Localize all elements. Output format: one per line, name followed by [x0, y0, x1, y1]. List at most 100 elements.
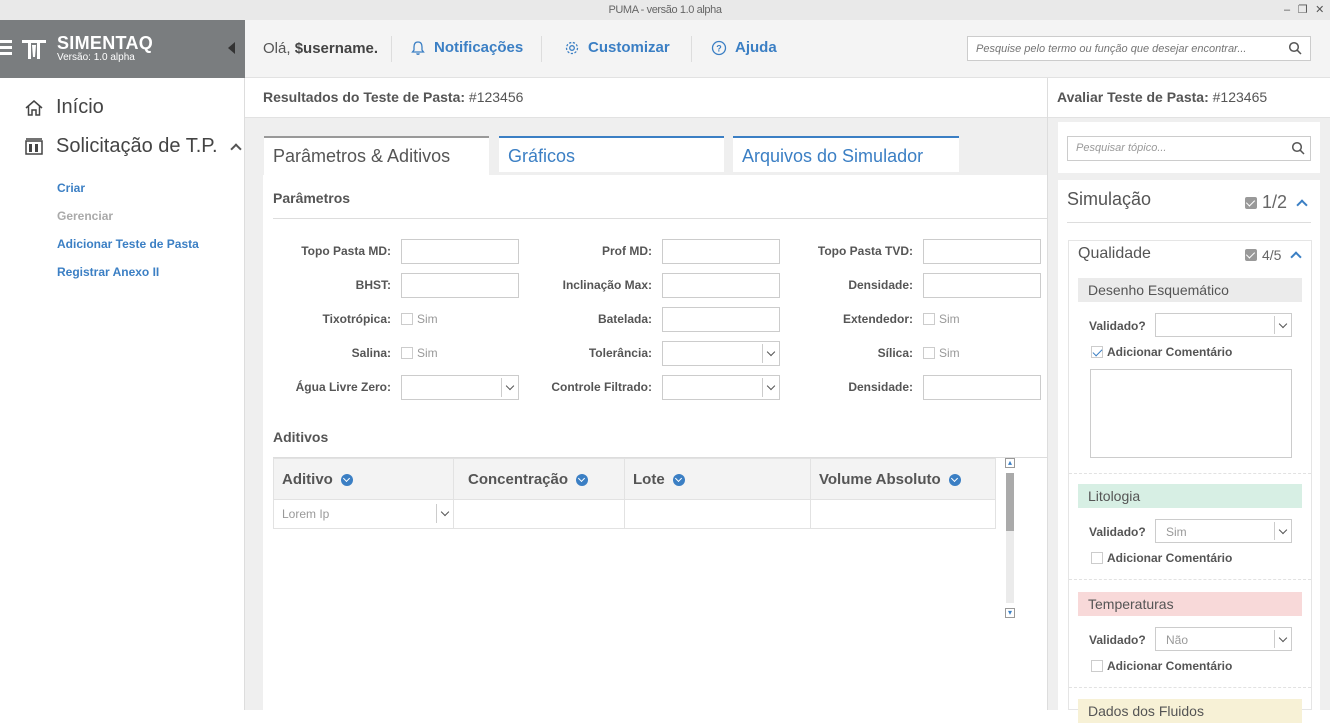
request-icon: [25, 137, 43, 155]
restore-icon[interactable]: ❐: [1298, 4, 1308, 16]
table-cell-lot[interactable]: [625, 500, 811, 528]
checkbox-label: Sim: [939, 346, 960, 360]
table-cell-concentration[interactable]: [454, 500, 625, 528]
chevron-down-icon[interactable]: [1274, 630, 1291, 648]
scroll-thumb[interactable]: [1006, 473, 1014, 531]
inclination-label: Inclinação Max:: [562, 278, 652, 292]
checkbox[interactable]: [401, 347, 413, 359]
menu-icon[interactable]: [0, 40, 12, 58]
help-icon: ?: [711, 40, 727, 55]
page-title: Resultados do Teste de Pasta: #123456: [245, 78, 1047, 118]
chevron-up-icon[interactable]: [229, 142, 242, 155]
close-icon[interactable]: ✕: [1315, 4, 1324, 16]
chevron-up-icon[interactable]: [1290, 251, 1303, 263]
chevron-down-icon[interactable]: [1274, 316, 1291, 334]
sort-icon[interactable]: [672, 473, 685, 486]
collapse-sidebar-icon[interactable]: [228, 42, 235, 54]
density2-input[interactable]: [923, 375, 1041, 400]
column-header-additive[interactable]: Aditivo: [274, 459, 454, 500]
column-header-lot[interactable]: Lote: [625, 459, 811, 500]
help-link[interactable]: ? Ajuda: [711, 39, 777, 56]
section-schematic[interactable]: Desenho Esquemático: [1078, 278, 1302, 302]
search-icon[interactable]: [1288, 41, 1302, 55]
nav-home[interactable]: Início: [24, 96, 104, 119]
section-temperatures[interactable]: Temperaturas: [1078, 592, 1302, 616]
scroll-down-icon[interactable]: ▾: [1005, 608, 1015, 618]
nav-request[interactable]: Solicitação de T.P.: [24, 135, 242, 158]
saline-label: Salina:: [351, 346, 391, 360]
validated-select[interactable]: Sim: [1155, 519, 1292, 543]
nav-home-label: Início: [56, 96, 104, 118]
column-header-volume[interactable]: Volume Absoluto: [811, 459, 996, 500]
silica-label: Sílica:: [877, 346, 913, 360]
add-comment-checkbox[interactable]: Adicionar Comentário: [1091, 659, 1232, 673]
checkbox[interactable]: [1091, 660, 1103, 672]
nav-create[interactable]: Criar: [57, 181, 85, 195]
table-cell-volume[interactable]: [811, 500, 996, 528]
saline-checkbox[interactable]: Sim: [401, 346, 438, 360]
tolerance-label: Tolerância:: [588, 346, 652, 360]
silica-checkbox[interactable]: Sim: [923, 346, 960, 360]
add-comment-checkbox[interactable]: Adicionar Comentário: [1091, 551, 1232, 565]
checkbox[interactable]: [923, 313, 935, 325]
chevron-down-icon[interactable]: [1274, 522, 1291, 540]
free-water-label: Água Livre Zero:: [295, 380, 391, 394]
column-label: Lote: [633, 471, 665, 488]
sort-icon[interactable]: [340, 473, 353, 486]
thixotropic-label: Tixotrópica:: [322, 312, 391, 326]
chevron-up-icon[interactable]: [1296, 198, 1308, 211]
prof-md-label: Prof MD:: [602, 244, 652, 258]
checkbox[interactable]: [923, 347, 935, 359]
checkbox-label: Sim: [417, 346, 438, 360]
svg-text:?: ?: [716, 43, 722, 53]
search-icon[interactable]: [1291, 141, 1305, 155]
checkbox-label: Sim: [417, 312, 438, 326]
nav-add-test[interactable]: Adicionar Teste de Pasta: [57, 237, 199, 251]
nav-manage[interactable]: Gerenciar: [57, 209, 113, 223]
checked-icon: [1245, 249, 1257, 261]
evaluation-panel: Avaliar Teste de Pasta: #123465 Pesquisa…: [1047, 78, 1330, 723]
extender-checkbox[interactable]: Sim: [923, 312, 960, 326]
scroll-up-icon[interactable]: ▴: [1005, 458, 1015, 468]
simulation-progress: 1/2: [1245, 192, 1308, 213]
parameters-heading: Parâmetros: [273, 190, 351, 206]
validated-select[interactable]: [1155, 313, 1292, 337]
divider: [1069, 687, 1311, 688]
global-search-input[interactable]: [968, 37, 1268, 60]
divider: [1067, 222, 1311, 223]
table-cell-additive[interactable]: Lorem Ip: [274, 500, 454, 528]
checkbox[interactable]: [1091, 552, 1103, 564]
section-fluid-data[interactable]: Dados dos Fluidos: [1078, 699, 1302, 723]
tab-simulator-files[interactable]: Arquivos do Simulador: [733, 136, 959, 172]
sort-icon[interactable]: [576, 473, 589, 486]
customize-label: Customizar: [588, 39, 670, 56]
section-lithology[interactable]: Litologia: [1078, 484, 1302, 508]
divider: [1069, 473, 1311, 474]
add-comment-label: Adicionar Comentário: [1107, 551, 1233, 565]
column-header-concentration[interactable]: Concentração: [454, 459, 625, 500]
minimize-icon[interactable]: –: [1284, 4, 1290, 16]
topo-tvd-input[interactable]: [923, 239, 1041, 264]
notifications-link[interactable]: Notificações: [410, 39, 523, 56]
density-input[interactable]: [923, 273, 1041, 298]
thixotropic-checkbox[interactable]: Sim: [401, 312, 438, 326]
tab-charts[interactable]: Gráficos: [499, 136, 724, 172]
add-comment-checkbox[interactable]: Adicionar Comentário: [1091, 345, 1232, 359]
column-label: Aditivo: [282, 471, 333, 488]
tab-parameters[interactable]: Parâmetros & Aditivos: [264, 136, 489, 176]
validated-value: Não: [1166, 633, 1189, 647]
simulation-title: Simulação: [1067, 189, 1152, 209]
comment-textarea[interactable]: [1090, 369, 1292, 458]
chevron-down-icon[interactable]: [436, 504, 453, 523]
global-search: [967, 36, 1311, 61]
topic-search-input[interactable]: Pesquisar tópico...: [1067, 136, 1311, 161]
divider: [691, 36, 692, 62]
validated-select[interactable]: Não: [1155, 627, 1292, 651]
table-scrollbar[interactable]: ▴ ▾: [1005, 458, 1015, 623]
checkbox[interactable]: [1091, 346, 1103, 358]
checkbox[interactable]: [401, 313, 413, 325]
bell-icon: [411, 40, 425, 55]
customize-link[interactable]: Customizar: [564, 39, 670, 56]
nav-register-annex[interactable]: Registrar Anexo II: [57, 265, 159, 279]
sort-icon[interactable]: [948, 473, 961, 486]
